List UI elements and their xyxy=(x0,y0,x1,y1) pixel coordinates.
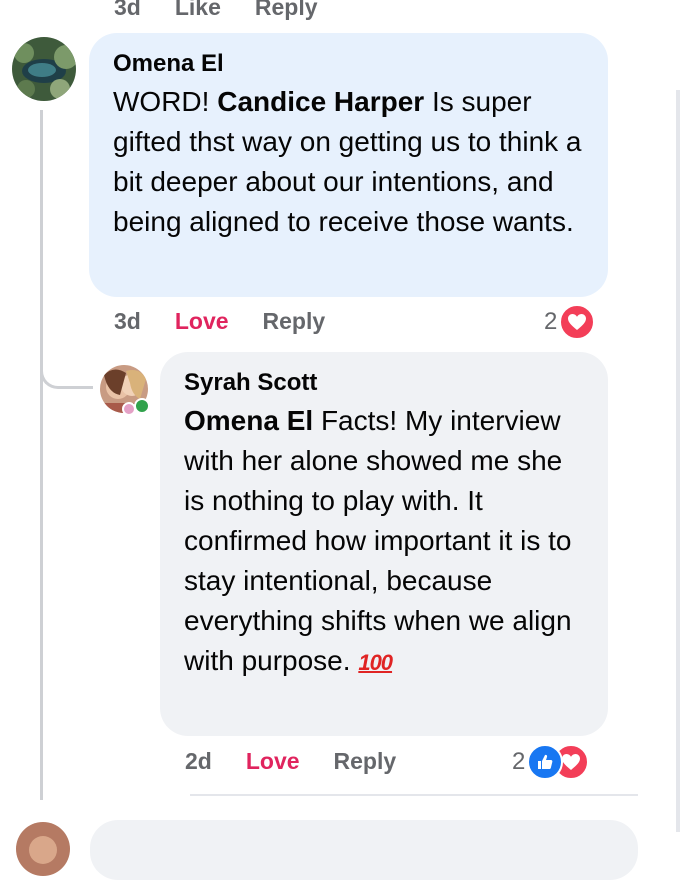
top-reply-link[interactable]: Reply xyxy=(255,0,318,21)
next-comment-bubble xyxy=(90,820,638,880)
online-status-indicator xyxy=(134,398,150,414)
reaction-summary[interactable]: 2 xyxy=(544,304,596,340)
mention-link[interactable]: Candice Harper xyxy=(217,86,424,117)
comment-actions: 3d Love Reply xyxy=(114,308,325,335)
love-reaction-link[interactable]: Love xyxy=(246,748,300,775)
hundred-points-emoji: 100 xyxy=(358,650,393,675)
top-action-row: 3d Like Reply xyxy=(114,0,318,21)
comment-text: WORD! Candice Harper Is super gifted ths… xyxy=(113,82,584,242)
comment-bubble-syrah-scott: Syrah Scott Omena El Facts! My interview… xyxy=(160,352,608,736)
avatar-next-comment[interactable] xyxy=(16,822,70,876)
avatar-omena-el[interactable] xyxy=(12,37,76,101)
comment-text: Omena El Facts! My interview with her al… xyxy=(184,401,584,683)
mention-link[interactable]: Omena El xyxy=(184,405,313,436)
comment-text-start: WORD! xyxy=(113,86,218,117)
heart-icon xyxy=(559,304,596,340)
comment-timestamp: 3d xyxy=(114,308,141,334)
comment-text-body: Facts! My interview with her alone showe… xyxy=(184,405,572,676)
reaction-count: 2 xyxy=(512,748,526,775)
thread-branch xyxy=(40,340,93,389)
love-reaction-link[interactable]: Love xyxy=(175,308,229,335)
top-like-link[interactable]: Like xyxy=(175,0,221,21)
divider xyxy=(190,794,638,796)
comment-actions: 2d Love Reply xyxy=(185,748,396,775)
comment-bubble-omena-el: Omena El WORD! Candice Harper Is super g… xyxy=(89,33,608,297)
reaction-count: 2 xyxy=(544,308,558,335)
comment-timestamp: 2d xyxy=(185,748,212,774)
comment-author[interactable]: Syrah Scott xyxy=(184,369,584,397)
reply-link[interactable]: Reply xyxy=(263,308,326,335)
badge-icon xyxy=(122,402,136,416)
thread-line xyxy=(40,110,43,800)
reply-link[interactable]: Reply xyxy=(334,748,397,775)
comment-author[interactable]: Omena El xyxy=(113,50,584,78)
scrollbar-track[interactable] xyxy=(676,90,680,832)
top-timestamp: 3d xyxy=(114,0,141,20)
reaction-summary[interactable]: 2 xyxy=(512,744,590,780)
